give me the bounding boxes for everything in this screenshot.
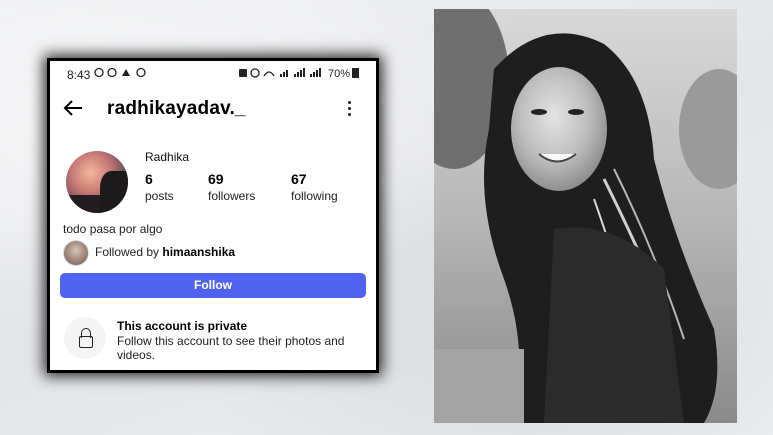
posts-stat: 6 posts (145, 171, 174, 203)
follower-avatar (63, 240, 89, 266)
private-account-description: Follow this account to see their photos … (117, 334, 345, 362)
profile-photo (434, 9, 737, 423)
battery-percent: 70% (328, 68, 351, 80)
followers-count: 69 (208, 171, 224, 187)
instagram-profile-screenshot: 8:43 70% radhikayadav._ Radhika 6 posts … (50, 61, 376, 370)
display-name: Radhika (145, 150, 190, 164)
lock-icon (64, 317, 106, 359)
username: radhikayadav._ (107, 98, 246, 119)
followed-by-prefix: Followed by (95, 245, 163, 259)
followers-label: followers (208, 189, 256, 203)
posts-count: 6 (145, 171, 153, 187)
following-stat[interactable]: 67 following (291, 171, 338, 203)
profile-header: radhikayadav._ (50, 91, 376, 131)
battery-icon (352, 68, 360, 78)
status-bar: 8:43 70% (50, 61, 376, 85)
profile-avatar[interactable] (66, 151, 128, 213)
more-vertical-icon[interactable] (342, 99, 356, 119)
battery-status: 70% (328, 68, 360, 80)
status-time: 8:43 (67, 68, 91, 82)
system-status-icons (238, 67, 324, 81)
followed-by-text: Followed by himaanshika (95, 245, 235, 259)
back-arrow-icon[interactable] (62, 97, 84, 124)
private-account-title: This account is private (117, 319, 248, 333)
profile-bio: todo pasa por algo (63, 222, 163, 236)
notification-icons (94, 67, 152, 81)
following-count: 67 (291, 171, 307, 187)
followers-stat[interactable]: 69 followers (208, 171, 255, 203)
followed-by-user[interactable]: himaanshika (162, 245, 235, 259)
posts-label: posts (145, 189, 174, 203)
follow-button[interactable]: Follow (60, 273, 366, 298)
following-label: following (291, 189, 338, 203)
